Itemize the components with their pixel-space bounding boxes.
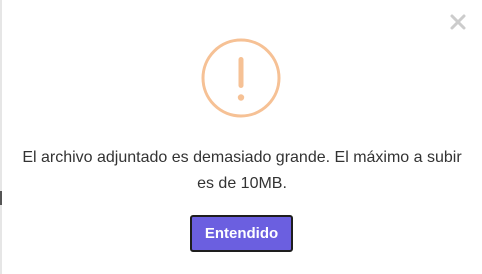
warning-exclamation-icon — [200, 37, 282, 119]
confirm-button[interactable]: Entendido — [190, 215, 293, 252]
close-button[interactable] — [446, 10, 470, 34]
close-icon — [450, 14, 466, 30]
dialog-message: El archivo adjuntado es demasiado grande… — [22, 149, 462, 192]
alert-dialog: El archivo adjuntado es demasiado grande… — [2, 0, 482, 274]
